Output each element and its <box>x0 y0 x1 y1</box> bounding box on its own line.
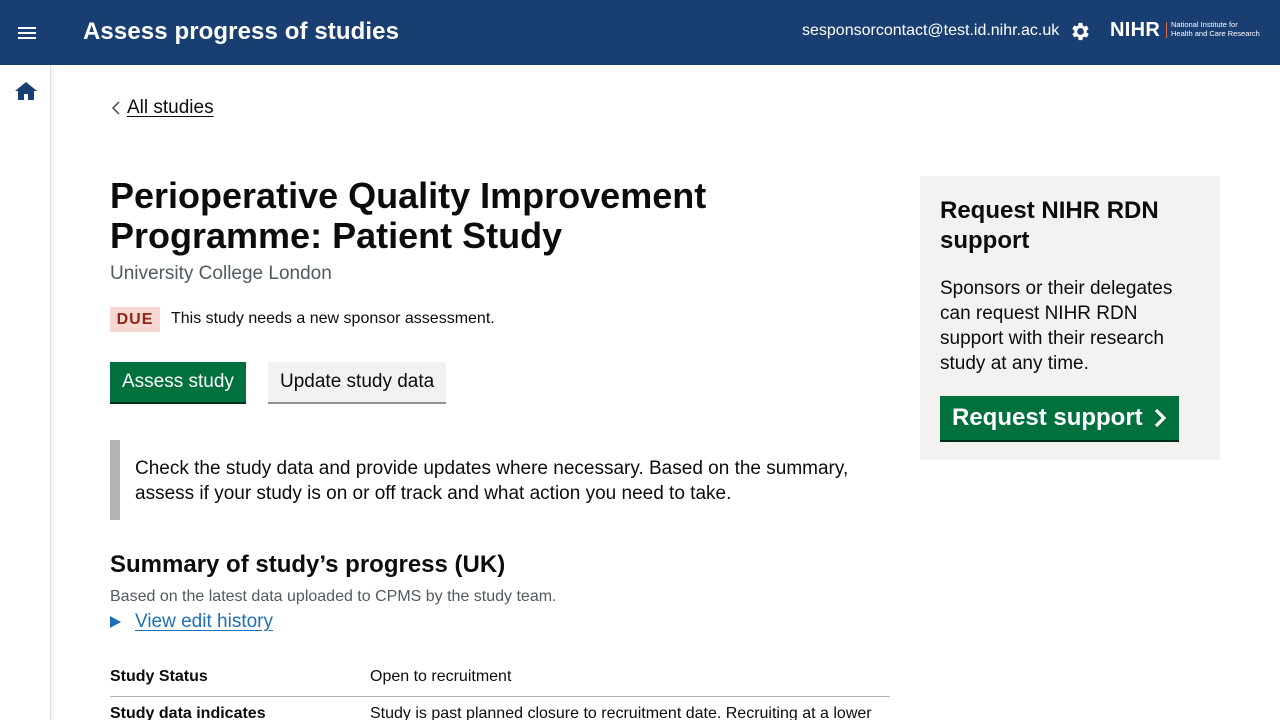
status-badge: DUE <box>110 307 160 332</box>
home-icon[interactable] <box>14 80 38 102</box>
summary-table: Study Status Open to recruitment Study d… <box>110 660 890 720</box>
request-support-button[interactable]: Request support <box>940 396 1179 440</box>
chevron-right-icon <box>1154 408 1166 428</box>
organisation-caption: University College London <box>110 263 332 284</box>
table-row: Study data indicates Study is past plann… <box>110 697 890 720</box>
inset-text: Check the study data and provide updates… <box>110 440 890 520</box>
logo-mark: NIHR <box>1110 19 1161 41</box>
request-support-label: Request support <box>952 404 1143 431</box>
row-key: Study Status <box>110 668 208 685</box>
logo-line-1: National Institute for <box>1171 20 1238 29</box>
back-link[interactable]: All studies <box>110 97 214 119</box>
summary-heading: Summary of study’s progress (UK) <box>110 551 506 578</box>
assess-study-button[interactable]: Assess study <box>110 362 246 402</box>
logo-line-2: Health and Care Research <box>1171 29 1260 38</box>
view-edit-history-label: View edit history <box>135 611 273 632</box>
gear-icon[interactable] <box>1069 20 1092 43</box>
side-nav <box>0 65 51 720</box>
chevron-left-icon <box>111 101 120 115</box>
app-title[interactable]: Assess progress of studies <box>83 18 399 46</box>
summary-subheading: Based on the latest data uploaded to CPM… <box>110 588 557 605</box>
update-study-data-button[interactable]: Update study data <box>268 362 447 402</box>
request-support-panel: Request NIHR RDN support Sponsors or the… <box>920 176 1220 460</box>
nihr-logo[interactable]: NIHR National Institute for Health and C… <box>1110 19 1270 43</box>
view-edit-history-toggle[interactable]: View edit history <box>110 611 273 633</box>
status-message: This study needs a new sponsor assessmen… <box>171 310 495 327</box>
row-value: Open to recruitment <box>370 668 512 685</box>
aside-body: Sponsors or their delegates can request … <box>940 278 1173 374</box>
row-key: Study data indicates <box>110 705 266 720</box>
aside-title: Request NIHR RDN support <box>940 197 1159 254</box>
logo-separator <box>1166 22 1167 38</box>
back-link-label: All studies <box>127 97 214 118</box>
row-value: Study is past planned closure to recruit… <box>370 705 872 720</box>
page-title: Perioperative Quality Improvement Progra… <box>110 175 707 256</box>
hamburger-menu-icon[interactable] <box>14 20 40 46</box>
top-header: Assess progress of studies sesponsorcont… <box>0 0 1280 65</box>
user-email: sesponsorcontact@test.id.nihr.ac.uk <box>802 22 1060 39</box>
triangle-right-icon <box>110 616 121 628</box>
logo-full-name: National Institute for Health and Care R… <box>1171 20 1271 38</box>
table-row: Study Status Open to recruitment <box>110 660 890 697</box>
